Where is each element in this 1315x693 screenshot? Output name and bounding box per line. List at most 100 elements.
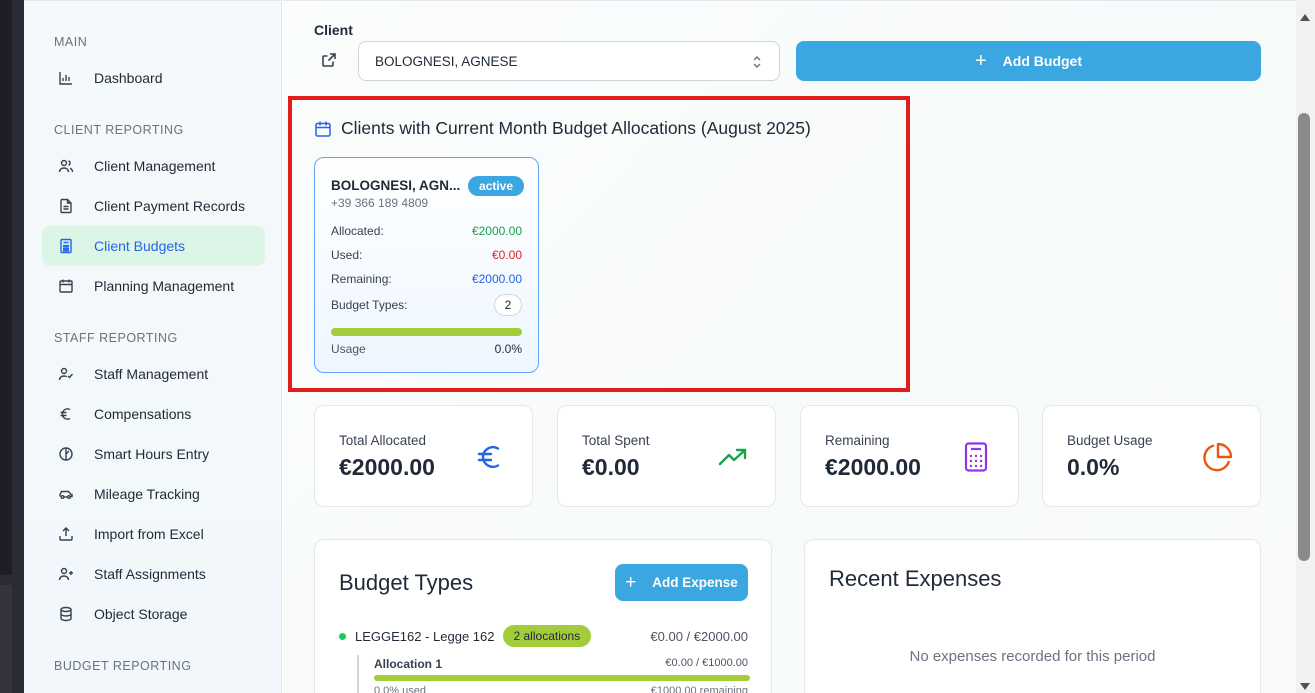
euro-icon <box>474 441 506 473</box>
plus-icon: + <box>974 50 987 72</box>
client-card-remaining-row: Remaining: €2000.00 <box>331 272 522 286</box>
recent-expenses-card: Recent Expenses No expenses recorded for… <box>804 539 1261 693</box>
main-content: Client BOLOGNESI, AGNESE + Add Budget Cl… <box>283 0 1296 693</box>
used-value: €0.00 <box>491 248 522 262</box>
allocated-value: €2000.00 <box>471 224 522 238</box>
sidebar-section-client-reporting: CLIENT REPORTING <box>54 123 184 137</box>
budget-type-row[interactable]: LEGGE162 - Legge 162 2 allocations €0.00… <box>339 624 748 648</box>
allocation-name: Allocation 1 <box>374 657 443 671</box>
user-plus-icon <box>58 566 74 582</box>
file-text-icon <box>58 198 74 214</box>
sidebar-item-label: Smart Hours Entry <box>94 446 210 462</box>
sidebar-item-label: Mileage Tracking <box>94 486 200 502</box>
database-icon <box>58 606 74 622</box>
recent-expenses-title: Recent Expenses <box>829 566 1002 591</box>
sidebar-item-label: Import from Excel <box>94 526 204 542</box>
sidebar-item-client-payment-records[interactable]: Client Payment Records <box>42 186 265 226</box>
allocation-remaining: €1000.00 remaining <box>650 685 748 693</box>
sidebar-item-mileage-tracking[interactable]: Mileage Tracking <box>42 474 265 514</box>
stat-value: €0.00 <box>582 454 640 480</box>
stat-value: 0.0% <box>1067 454 1120 480</box>
sidebar-item-dashboard[interactable]: Dashboard <box>42 58 265 98</box>
client-card-phone: +39 366 189 4809 <box>331 196 429 210</box>
add-expense-button[interactable]: + Add Expense <box>615 564 748 601</box>
sidebar-item-label: Dashboard <box>94 70 163 86</box>
scroll-down-arrow[interactable] <box>1300 683 1310 690</box>
allocation-item: Allocation 1 €0.00 / €1000.00 0.0% used … <box>357 655 750 693</box>
client-filter-label: Client <box>314 22 353 38</box>
left-strip-panel <box>0 0 12 575</box>
stat-budget-usage: Budget Usage 0.0% <box>1042 405 1261 507</box>
sidebar-item-import-from-excel[interactable]: Import from Excel <box>42 514 265 554</box>
trending-up-icon <box>717 441 749 473</box>
allocations-badge: 2 allocations <box>502 625 592 647</box>
sidebar-item-client-management[interactable]: Client Management <box>42 146 265 186</box>
sidebar-item-label: Client Management <box>94 158 216 174</box>
client-select[interactable]: BOLOGNESI, AGNESE <box>358 41 780 81</box>
stat-label: Total Spent <box>582 433 650 448</box>
client-card-budget-types-row: Budget Types: 2 <box>331 294 522 316</box>
scrollbar-thumb[interactable] <box>1298 113 1310 561</box>
client-budget-card[interactable]: BOLOGNESI, AGN... active +39 366 189 480… <box>314 157 539 373</box>
client-card-name: BOLOGNESI, AGN... <box>331 178 461 193</box>
external-link-icon[interactable] <box>321 52 339 70</box>
stat-total-allocated: Total Allocated €2000.00 <box>314 405 533 507</box>
client-card-usage-row: Usage 0.0% <box>331 342 522 356</box>
sidebar-section-main: MAIN <box>54 35 88 49</box>
sidebar-item-staff-assignments[interactable]: Staff Assignments <box>42 554 265 594</box>
pie-chart-icon <box>1202 441 1234 473</box>
used-label: Used: <box>331 248 363 262</box>
bar-chart-icon <box>58 70 74 86</box>
sidebar-item-planning-management[interactable]: Planning Management <box>42 266 265 306</box>
calculator-icon <box>58 238 74 254</box>
current-month-title: Clients with Current Month Budget Alloca… <box>314 118 811 139</box>
sidebar-item-smart-hours-entry[interactable]: Smart Hours Entry <box>42 434 265 474</box>
chevrons-up-down-icon <box>751 54 763 70</box>
allocation-amount: €0.00 / €1000.00 <box>665 657 748 669</box>
usage-progress-bar <box>331 328 522 336</box>
sidebar-item-object-storage[interactable]: Object Storage <box>42 594 265 634</box>
sidebar-item-client-budgets[interactable]: Client Budgets <box>42 226 265 266</box>
stat-value: €2000.00 <box>339 454 435 480</box>
upload-icon <box>58 526 74 542</box>
allocated-label: Allocated: <box>331 224 384 238</box>
stat-label: Budget Usage <box>1067 433 1153 448</box>
add-budget-label: Add Budget <box>1002 53 1082 69</box>
budget-type-name: LEGGE162 - Legge 162 <box>355 628 495 644</box>
budget-type-amount: €0.00 / €2000.00 <box>650 628 748 644</box>
sidebar-section-budget-reporting: BUDGET REPORTING <box>54 659 192 673</box>
sidebar-section-staff-reporting: STAFF REPORTING <box>54 331 178 345</box>
sidebar: MAIN Dashboard CLIENT REPORTING Client M… <box>24 0 282 693</box>
remaining-label: Remaining: <box>331 272 392 286</box>
scrollbar[interactable] <box>1296 0 1315 693</box>
add-expense-label: Add Expense <box>652 575 738 590</box>
usage-value: 0.0% <box>494 342 522 356</box>
sidebar-item-label: Client Budgets <box>94 238 186 254</box>
sidebar-item-label: Staff Assignments <box>94 566 206 582</box>
user-check-icon <box>58 366 74 382</box>
budget-types-card: Budget Types + Add Expense LEGGE162 - Le… <box>314 539 772 693</box>
budget-types-title: Budget Types <box>339 570 474 595</box>
stat-total-spent: Total Spent €0.00 <box>557 405 776 507</box>
budget-types-label: Budget Types: <box>331 298 408 312</box>
left-window-strip <box>0 0 24 693</box>
clock-icon <box>58 446 74 462</box>
sidebar-item-label: Compensations <box>94 406 192 422</box>
sidebar-item-staff-management[interactable]: Staff Management <box>42 354 265 394</box>
client-card-allocated-row: Allocated: €2000.00 <box>331 224 522 238</box>
plus-icon: + <box>625 572 637 593</box>
client-select-value: BOLOGNESI, AGNESE <box>375 53 518 69</box>
remaining-value: €2000.00 <box>471 272 522 286</box>
calendar-icon <box>314 120 341 138</box>
stat-remaining: Remaining €2000.00 <box>800 405 1019 507</box>
sidebar-item-label: Object Storage <box>94 606 188 622</box>
status-dot <box>339 632 346 640</box>
add-budget-button[interactable]: + Add Budget <box>796 41 1261 81</box>
scroll-up-arrow[interactable] <box>1300 14 1310 21</box>
calculator-icon <box>960 441 992 473</box>
car-icon <box>58 486 74 502</box>
calendar-icon <box>58 278 74 294</box>
sidebar-item-compensations[interactable]: Compensations <box>42 394 265 434</box>
allocation-progress-bar <box>374 675 750 681</box>
status-badge: active <box>468 176 525 196</box>
